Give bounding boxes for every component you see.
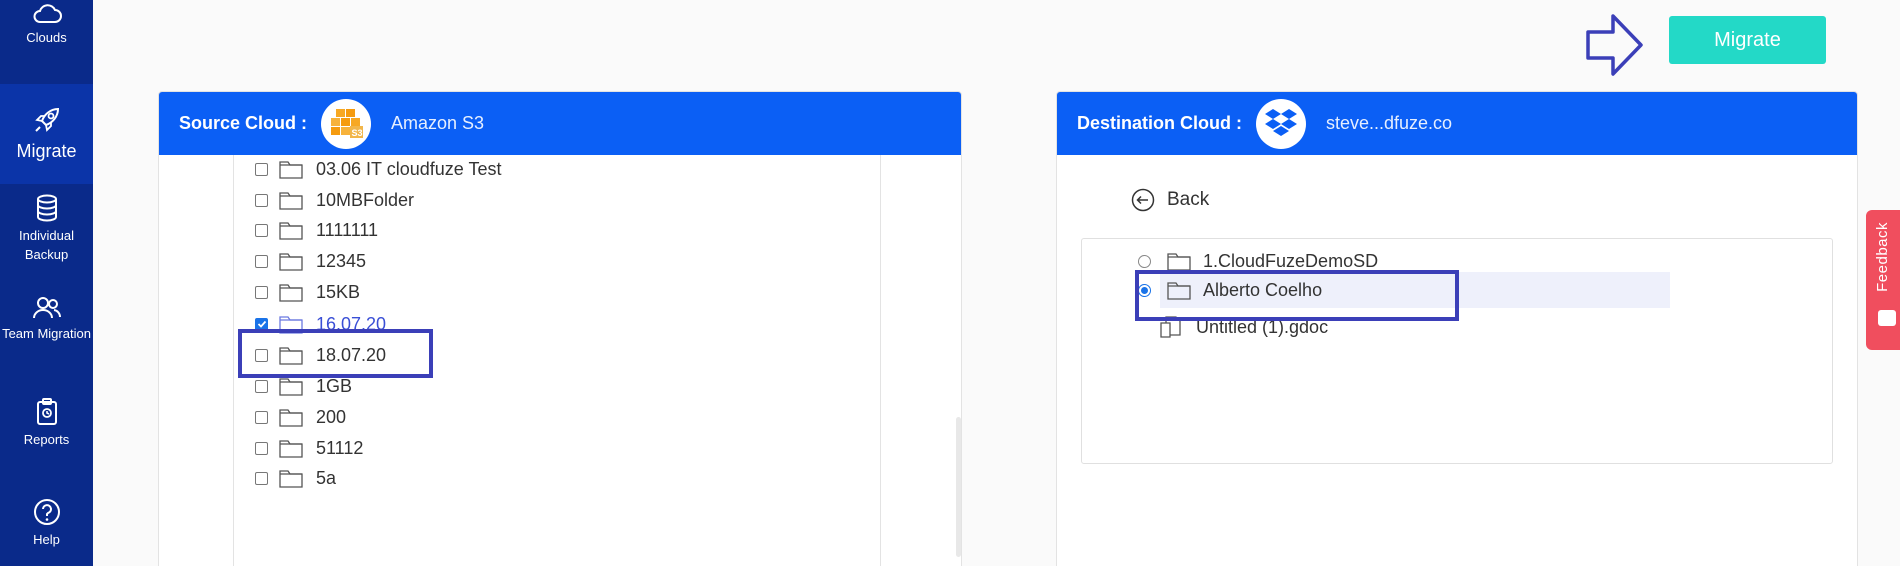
folder-name: 200 [316, 406, 347, 427]
folder-icon [279, 440, 303, 458]
cloud-icon [33, 4, 62, 23]
folder-icon [279, 161, 303, 179]
folder-checkbox[interactable] [255, 254, 268, 268]
dropbox-logo [1256, 98, 1306, 149]
folder-name: 12345 [316, 250, 367, 271]
destination-selection-highlight [1135, 270, 1459, 321]
sidebar-item-clouds[interactable]: Clouds [0, 0, 93, 58]
list-item[interactable]: 200 [234, 401, 346, 433]
feedback-label: Feedback [1874, 222, 1891, 292]
folder-name: 1GB [316, 375, 353, 396]
folder-name: 15KB [316, 281, 361, 302]
folder-icon [1167, 253, 1191, 271]
folder-name: 1111111 [316, 219, 379, 240]
rocket-icon [34, 107, 59, 132]
destination-cloud-title: Destination Cloud : [1077, 113, 1242, 133]
list-item[interactable]: 1111111 [234, 214, 378, 246]
sidebar-item-label: Reports [23, 432, 70, 447]
folder-icon [279, 470, 303, 488]
folder-checkbox[interactable] [255, 410, 268, 424]
sidebar-item-migrate[interactable]: Migrate [0, 84, 93, 184]
folder-checkbox[interactable] [255, 441, 268, 455]
database-icon [36, 194, 57, 222]
folder-checkbox[interactable] [255, 162, 268, 176]
folder-checkbox[interactable] [255, 193, 268, 207]
destination-cloud-panel: Destination Cloud : steve...dfuze.co Bac… [1056, 91, 1858, 566]
sidebar: Clouds Migrate Individual Backup Team Mi… [0, 0, 93, 566]
list-item[interactable]: 5a [234, 462, 336, 494]
sidebar-item-label: Migrate [16, 141, 77, 161]
folder-icon [279, 222, 303, 240]
amazon-s3-logo: S3 [321, 98, 372, 149]
smiley-icon [1878, 310, 1896, 326]
list-item[interactable]: 03.06 IT cloudfuze Test [234, 153, 501, 185]
amazon-s3-icon: S3 [331, 108, 364, 138]
folder-checkbox[interactable] [255, 223, 268, 237]
source-selection-highlight [238, 329, 433, 378]
help-icon [33, 499, 60, 525]
folder-icon [279, 192, 303, 210]
clipboard-icon [36, 398, 57, 425]
list-item[interactable]: 51112 [234, 432, 363, 464]
arrow-right-icon [1586, 14, 1643, 76]
source-cloud-title: Source Cloud : [179, 113, 308, 133]
svg-text:S3: S3 [352, 128, 363, 138]
sidebar-item-reports[interactable]: Reports [0, 398, 93, 454]
sidebar-item-label: Team Migration [2, 326, 91, 341]
sidebar-item-label: Help [33, 532, 60, 547]
scrollbar-thumb[interactable] [956, 417, 961, 557]
feedback-tab[interactable]: Feedback [1866, 210, 1900, 350]
back-arrow-icon [1131, 188, 1155, 212]
folder-icon [279, 409, 303, 427]
folder-checkbox[interactable] [255, 471, 268, 485]
migrate-button[interactable]: Migrate [1669, 16, 1826, 64]
destination-cloud-header: Destination Cloud : steve...dfuze.co [1057, 92, 1857, 155]
sidebar-item-team-migration[interactable]: Team Migration [0, 296, 93, 372]
folder-name: 10MBFolder [316, 189, 415, 210]
list-item[interactable]: 12345 [234, 245, 366, 277]
folder-name: 1.CloudFuzeDemoSD [1203, 250, 1379, 271]
list-item[interactable]: 10MBFolder [234, 184, 414, 216]
back-label: Back [1167, 189, 1210, 210]
back-button[interactable]: Back [1131, 188, 1209, 212]
sidebar-item-individual-backup[interactable]: Individual Backup [0, 194, 93, 270]
sidebar-item-help[interactable]: Help [0, 498, 93, 558]
folder-radio[interactable] [1138, 254, 1151, 268]
destination-cloud-name: steve...dfuze.co [1326, 113, 1453, 133]
sidebar-item-label: Individual Backup [19, 228, 74, 262]
folder-icon [279, 284, 303, 302]
source-cloud-header: Source Cloud : S3 Amazon S3 [159, 92, 961, 155]
team-icon [32, 297, 61, 319]
dropbox-icon [1265, 108, 1297, 136]
folder-checkbox[interactable] [255, 379, 268, 393]
folder-name: 51112 [316, 437, 364, 458]
folder-checkbox[interactable] [255, 285, 268, 299]
folder-name: 03.06 IT cloudfuze Test [316, 158, 502, 179]
list-item[interactable]: 15KB [234, 276, 360, 308]
source-cloud-name: Amazon S3 [391, 113, 485, 133]
checkmark-icon [257, 320, 266, 328]
sidebar-item-label: Clouds [26, 30, 67, 45]
folder-icon [279, 378, 303, 396]
folder-icon [279, 253, 303, 271]
folder-name: 5a [316, 467, 337, 488]
